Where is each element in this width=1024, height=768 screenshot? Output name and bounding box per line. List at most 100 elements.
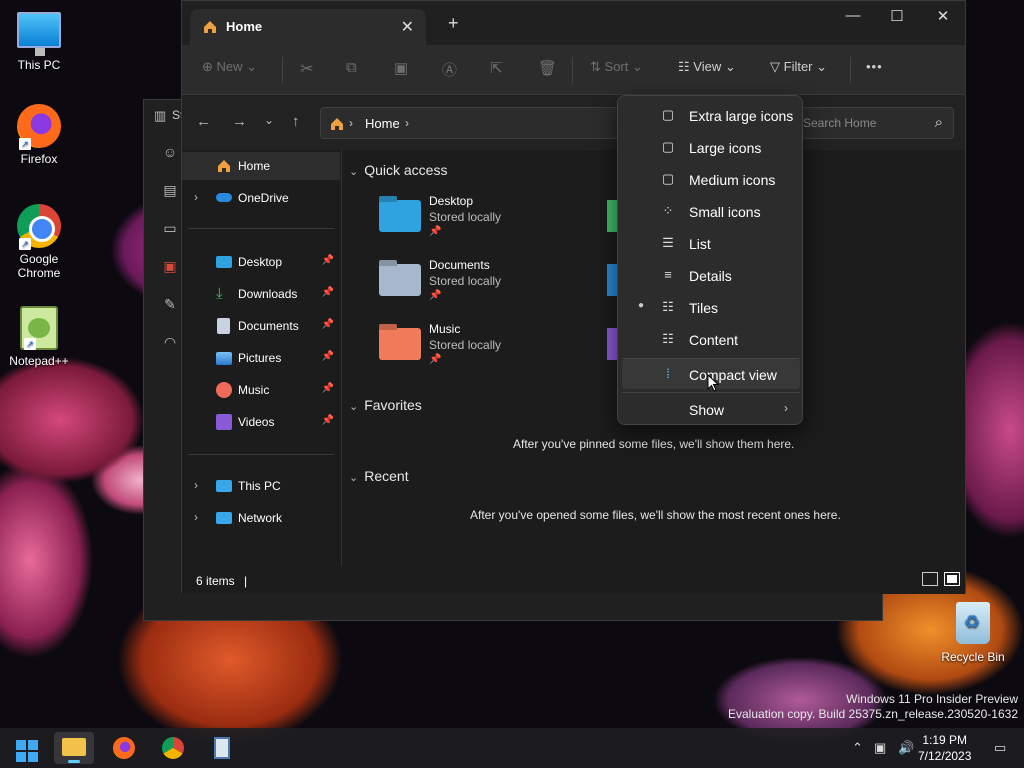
nav-item-onedrive[interactable]: › OneDrive xyxy=(182,184,340,212)
desktop-icon-this-pc[interactable]: This PC xyxy=(4,8,74,72)
taskbar-file-explorer[interactable] xyxy=(54,732,94,764)
pictures-icon xyxy=(216,352,232,365)
filter-icon: ▽ xyxy=(770,59,780,74)
notifications-icon[interactable]: ▭ xyxy=(994,740,1006,756)
desktop-icon-label: Firefox xyxy=(20,152,58,166)
menu-item-details[interactable]: ≡ Details xyxy=(622,260,800,290)
recent-header[interactable]: ⌄ Recent xyxy=(349,468,409,484)
menu-item-show[interactable]: Show › xyxy=(622,394,800,424)
wrench-icon[interactable]: ✎ xyxy=(162,296,178,312)
nav-item-documents[interactable]: Documents 📌 xyxy=(182,312,340,340)
back-icon[interactable]: ← xyxy=(196,113,211,130)
menu-item-list[interactable]: ☰ List xyxy=(622,228,800,258)
home-icon xyxy=(331,118,343,130)
chevron-right-icon[interactable]: › xyxy=(194,510,198,524)
gauge-icon[interactable]: ◠ xyxy=(162,334,178,350)
maximize-button[interactable]: ☐ xyxy=(874,7,920,27)
nav-item-this-pc[interactable]: › This PC xyxy=(182,472,340,500)
details-view-toggle[interactable] xyxy=(922,572,938,586)
menu-item-content[interactable]: ☷ Content xyxy=(622,324,800,354)
up-icon[interactable]: ↑ xyxy=(292,113,300,130)
content-icon: ☷ xyxy=(662,331,674,346)
firefox-icon xyxy=(113,737,135,759)
desktop-icon-notepadpp[interactable]: ↗ Notepad++ xyxy=(4,306,74,368)
recent-locations-icon[interactable]: ⌄ xyxy=(264,113,274,127)
desktop-icon-chrome[interactable]: ↗ Google Chrome xyxy=(4,204,74,280)
taskbar: ⌃ ▣ 🔊 1:19 PM 7/12/2023 ▭ xyxy=(0,728,1024,768)
clock[interactable]: 1:19 PM 7/12/2023 xyxy=(918,732,971,764)
emoji-icon[interactable]: ☺ xyxy=(162,144,178,160)
favorites-header[interactable]: ⌄ Favorites xyxy=(349,397,422,413)
plus-circle-icon: ⊕ xyxy=(202,59,213,74)
sort-button[interactable]: ⇅ Sort ⌄ xyxy=(590,59,643,75)
minimize-button[interactable]: — xyxy=(830,7,876,27)
drive-icon[interactable]: ▭ xyxy=(162,220,178,236)
menu-item-tiles[interactable]: ● ☷ Tiles xyxy=(622,292,800,322)
new-tab-button[interactable]: + xyxy=(448,13,459,34)
new-button[interactable]: ⊕ New ⌄ xyxy=(202,59,257,75)
chevron-up-icon[interactable]: ⌃ xyxy=(852,740,863,756)
cut-icon[interactable]: ✂ xyxy=(300,59,313,79)
breadcrumb[interactable]: Home xyxy=(365,116,400,131)
menu-item-extra-large-icons[interactable]: ▢ Extra large icons xyxy=(622,100,800,130)
desktop-icon-firefox[interactable]: ↗ Firefox xyxy=(4,104,74,166)
pin-icon: 📌 xyxy=(429,354,442,365)
copy-icon[interactable]: ⧉ xyxy=(346,59,357,76)
tab-home[interactable]: Home ✕ xyxy=(190,9,426,45)
nav-item-desktop[interactable]: Desktop 📌 xyxy=(182,248,340,276)
volume-icon[interactable]: 🔊 xyxy=(898,740,914,756)
menu-item-medium-icons[interactable]: ▢ Medium icons xyxy=(622,164,800,194)
nav-item-home[interactable]: Home xyxy=(182,152,340,180)
share-icon[interactable]: ⇱ xyxy=(490,59,503,77)
toolbox-icon[interactable]: ▣ xyxy=(162,258,178,274)
more-options-button[interactable]: ••• xyxy=(866,59,883,74)
pin-icon: 📌 xyxy=(321,383,334,394)
menu-item-small-icons[interactable]: ⁘ Small icons xyxy=(622,196,800,226)
pin-icon: 📌 xyxy=(321,415,334,426)
quick-access-item-documents[interactable]: Documents Stored locally 📌 xyxy=(379,258,579,314)
large-icons-view-toggle[interactable] xyxy=(944,572,960,586)
nav-item-videos[interactable]: Videos 📌 xyxy=(182,408,340,436)
menu-item-large-icons[interactable]: ▢ Large icons xyxy=(622,132,800,162)
paste-icon[interactable]: ▣ xyxy=(394,59,408,77)
compact-icon: ⁞ xyxy=(666,366,670,381)
quick-access-item-music[interactable]: Music Stored locally 📌 xyxy=(379,322,579,378)
keyboard-icon[interactable]: ▤ xyxy=(162,182,178,198)
filter-button[interactable]: ▽ Filter ⌄ xyxy=(770,59,827,75)
item-count: 6 items xyxy=(196,574,235,588)
nav-item-music[interactable]: Music 📌 xyxy=(182,376,340,404)
home-icon xyxy=(204,21,216,33)
quick-access-header[interactable]: ⌄ Quick access xyxy=(349,162,447,178)
taskbar-app[interactable] xyxy=(202,732,242,764)
breadcrumb-chevron-icon[interactable]: › xyxy=(405,116,409,130)
recent-empty-message: After you've opened some files, we'll sh… xyxy=(470,508,841,522)
separator xyxy=(572,57,573,83)
rename-icon[interactable]: Ⓐ xyxy=(442,59,457,80)
close-window-button[interactable]: ✕ xyxy=(920,7,966,27)
desktop-icon-label: Notepad++ xyxy=(9,354,69,368)
shortcut-arrow-icon: ↗ xyxy=(24,338,36,350)
chevron-right-icon[interactable]: › xyxy=(194,190,198,204)
nav-item-downloads[interactable]: ⤓ Downloads 📌 xyxy=(182,280,340,308)
square-icon: ▢ xyxy=(661,139,675,154)
square-icon: ▢ xyxy=(661,171,675,186)
separator xyxy=(188,228,334,229)
quick-access-item-desktop[interactable]: Desktop Stored locally 📌 xyxy=(379,194,579,250)
view-button[interactable]: ☷ View ⌄ xyxy=(678,59,736,75)
desktop-icon-recycle-bin[interactable]: Recycle Bin xyxy=(938,602,1008,664)
start-button[interactable] xyxy=(4,732,44,764)
delete-icon[interactable]: 🗑 xyxy=(538,59,557,77)
taskbar-chrome[interactable] xyxy=(153,732,193,764)
nav-item-network[interactable]: › Network xyxy=(182,504,340,532)
forward-icon[interactable]: → xyxy=(232,113,247,130)
mouse-cursor-icon xyxy=(707,374,719,392)
nav-item-pictures[interactable]: Pictures 📌 xyxy=(182,344,340,372)
search-icon[interactable]: ⌕ xyxy=(935,114,943,131)
chevron-right-icon[interactable]: › xyxy=(194,478,198,492)
network-icon[interactable]: ▣ xyxy=(874,740,886,756)
status-bar: 6 items | xyxy=(182,566,965,594)
search-input[interactable]: Search Home ⌕ xyxy=(782,107,954,139)
close-tab-icon[interactable]: ✕ xyxy=(401,17,414,37)
taskbar-firefox[interactable] xyxy=(104,732,144,764)
breadcrumb-chevron-icon: › xyxy=(349,116,353,130)
